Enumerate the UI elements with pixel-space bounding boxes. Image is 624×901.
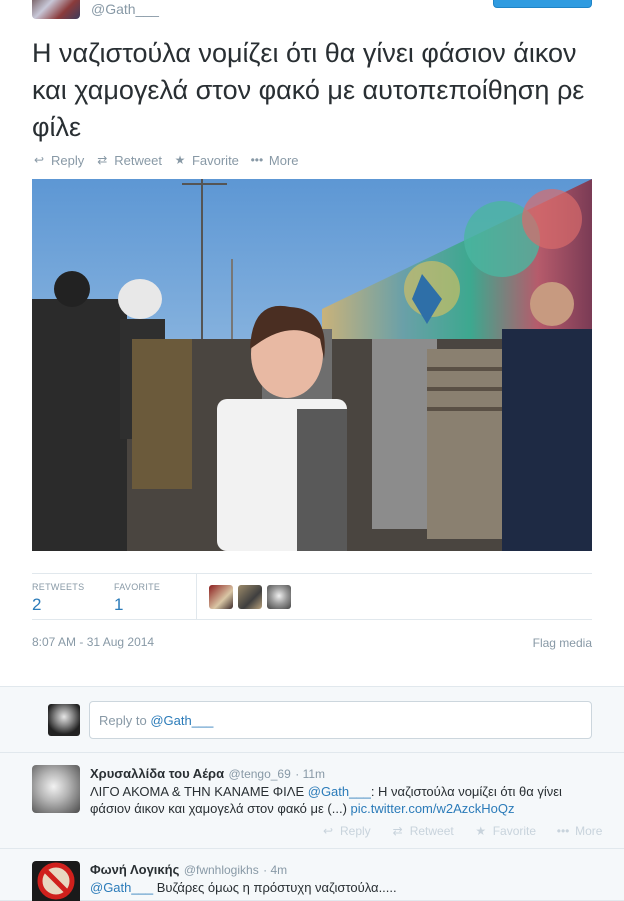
current-user-avatar — [48, 704, 80, 736]
favorite-action[interactable]: ★ Favorite — [474, 824, 536, 838]
reply-action[interactable]: ↩ Reply — [321, 824, 371, 838]
reply-time[interactable]: · 4m — [263, 863, 287, 877]
reply-icon: ↩ — [322, 824, 334, 838]
reply-action[interactable]: ↩ Reply — [32, 153, 84, 168]
reply-header: Χρυσαλλίδα του Αέρα @tengo_69 · 11m — [90, 765, 325, 783]
reply-pic-link[interactable]: pic.twitter.com/w2AzckHoQz — [351, 801, 515, 816]
more-label: More — [268, 152, 299, 168]
author-avatar[interactable] — [32, 0, 80, 19]
engager-avatars — [209, 585, 296, 609]
star-icon: ★ — [174, 153, 186, 167]
more-action[interactable]: ••• More — [250, 153, 299, 168]
more-label: More — [575, 824, 603, 838]
tweet-header: @Gath___ — [0, 0, 624, 22]
tweet-stats: RETWEETS 2 FAVORITE 1 — [32, 573, 592, 620]
retweet-label: Retweet — [409, 824, 454, 838]
reply-avatar[interactable] — [32, 765, 80, 813]
more-action[interactable]: ••• More — [556, 824, 603, 838]
no-sign-icon — [37, 862, 75, 900]
retweet-icon: ⇄ — [392, 824, 403, 838]
photo-image — [32, 179, 592, 551]
stats-divider — [196, 574, 197, 620]
reply-header: Φωνή Λογικής @fwnhlogikhs · 4m — [90, 861, 287, 879]
reply-avatar[interactable] — [32, 861, 80, 901]
reply-mention[interactable]: @Gath___ — [90, 880, 153, 895]
reply-icon: ↩ — [33, 153, 45, 167]
reply-tweet[interactable]: Φωνή Λογικής @fwnhlogikhs · 4m @Gath___ … — [0, 849, 624, 901]
engager-avatar[interactable] — [209, 585, 233, 609]
reply-text: @Gath___ Βυζάρες όμως η πρόστυχη ναζιστο… — [90, 879, 595, 896]
favorite-label: Favorite — [191, 152, 239, 168]
tweet-text: Η ναζιστούλα νομίζει ότι θα γίνει φάσιον… — [32, 38, 585, 142]
favorites-label: FAVORITE — [114, 582, 161, 592]
author-handle[interactable]: @Gath___ — [91, 1, 159, 17]
favorite-action[interactable]: ★ Favorite — [173, 153, 239, 168]
follow-button[interactable] — [493, 0, 592, 8]
retweets-label: RETWEETS — [32, 582, 85, 592]
reply-tweet[interactable]: Χρυσαλλίδα του Αέρα @tengo_69 · 11m ΛΙΓΟ… — [0, 753, 624, 849]
retweet-stat[interactable]: RETWEETS 2 — [32, 582, 84, 615]
reply-body-text: Βυζάρες όμως η πρόστυχη ναζιστούλα..... — [153, 880, 397, 895]
reply-author-name[interactable]: Χρυσαλλίδα του Αέρα — [90, 766, 224, 781]
reply-mention: @Gath___ — [150, 713, 214, 728]
reply-author-handle[interactable]: @tengo_69 — [229, 767, 291, 781]
retweets-count: 2 — [32, 595, 42, 614]
engager-avatar[interactable] — [267, 585, 291, 609]
reply-body-prefix: ΛΙΓΟ ΑΚΟΜΑ & ΤΗΝ ΚΑΝΑΜΕ ΦΙΛΕ — [90, 784, 308, 799]
reply-label: Reply — [51, 152, 85, 168]
engager-avatar[interactable] — [238, 585, 262, 609]
reply-label: Reply — [340, 824, 371, 838]
more-dots-icon: ••• — [250, 153, 264, 167]
flag-media-link[interactable]: Flag media — [533, 636, 592, 650]
retweet-action[interactable]: ⇄ Retweet — [391, 824, 454, 838]
retweet-action[interactable]: ⇄ Retweet — [95, 153, 162, 168]
tweet-timestamp[interactable]: 8:07 AM - 31 Aug 2014 — [32, 635, 154, 649]
tweet-actions: ↩ Reply ⇄ Retweet ★ Favorite ••• More — [32, 151, 310, 169]
more-dots-icon: ••• — [556, 824, 570, 838]
reply-time[interactable]: · 11m — [295, 767, 325, 781]
reply-prefix: Reply to — [99, 713, 151, 728]
retweet-label: Retweet — [114, 152, 162, 168]
reply-input[interactable]: Reply to @Gath___ — [89, 701, 592, 739]
reply-mention[interactable]: @Gath___ — [308, 784, 371, 799]
favorites-count: 1 — [114, 595, 124, 614]
reply-actions: ↩ Reply ⇄ Retweet ★ Favorite ••• More — [321, 824, 622, 838]
retweet-icon: ⇄ — [97, 153, 108, 167]
reply-composer: Reply to @Gath___ — [0, 686, 624, 753]
favorite-stat[interactable]: FAVORITE 1 — [114, 582, 160, 615]
star-icon: ★ — [475, 824, 487, 838]
tweet-photo[interactable] — [32, 179, 592, 551]
reply-author-name[interactable]: Φωνή Λογικής — [90, 862, 179, 877]
reply-author-handle[interactable]: @fwnhlogikhs — [184, 863, 259, 877]
reply-text: ΛΙΓΟ ΑΚΟΜΑ & ΤΗΝ ΚΑΝΑΜΕ ΦΙΛΕ @Gath___: Η… — [90, 783, 595, 817]
favorite-label: Favorite — [492, 824, 537, 838]
